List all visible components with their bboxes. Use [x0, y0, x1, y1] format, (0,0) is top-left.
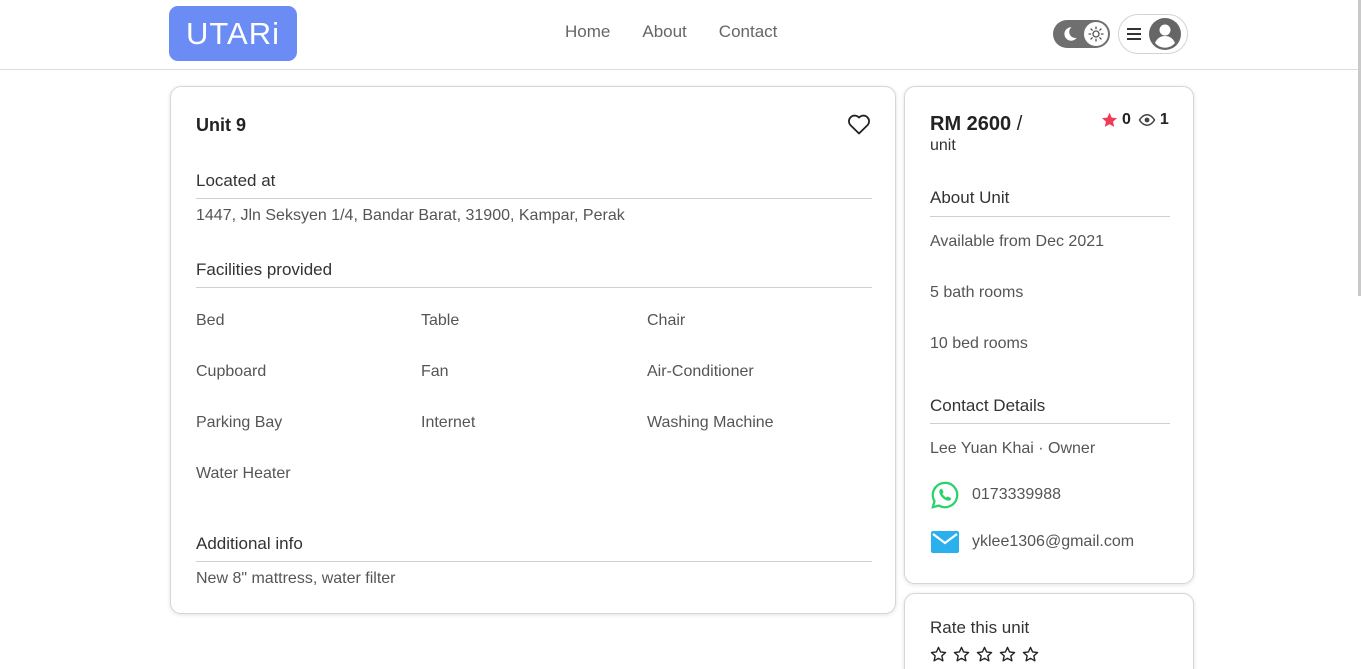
price-amount: RM 2600: [930, 113, 1012, 135]
theme-toggle[interactable]: [1053, 20, 1110, 48]
bathrooms-text: 5 bath rooms: [930, 284, 1024, 301]
price-label: RM 2600 /: [930, 113, 1022, 136]
whatsapp-icon: [930, 480, 960, 510]
availability-text: Available from Dec 2021: [930, 233, 1105, 250]
unit-summary-card: RM 2600 / unit 0 1 About Unit Available …: [904, 86, 1194, 584]
email-address[interactable]: yklee1306@gmail.com: [972, 533, 1134, 551]
nav-contact-link[interactable]: Contact: [719, 22, 778, 42]
star-outline-icon[interactable]: [953, 646, 970, 662]
star-rating-input[interactable]: [930, 646, 1039, 662]
divider: [196, 287, 872, 288]
star-outline-icon[interactable]: [1022, 646, 1039, 662]
top-navbar: UTARi Home About Contact: [0, 0, 1361, 70]
price-separator: /: [1016, 113, 1023, 135]
unit-details-card: Unit 9 Located at 1447, Jln Seksyen 1/4,…: [170, 86, 896, 614]
facility-item: Fan: [421, 363, 449, 380]
logo-text: UTARi: [186, 15, 280, 51]
phone-row[interactable]: 0173339988: [930, 480, 1061, 510]
main-nav: Home About Contact: [565, 22, 777, 42]
facility-item: Cupboard: [196, 363, 267, 380]
avatar-icon: [1149, 18, 1181, 50]
star-filled-icon: [1101, 112, 1118, 127]
contact-details-heading: Contact Details: [930, 396, 1046, 415]
rate-heading: Rate this unit: [930, 618, 1030, 637]
divider: [196, 561, 872, 562]
user-menu-button[interactable]: [1118, 14, 1188, 54]
additional-info-heading: Additional info: [196, 534, 303, 553]
rating-count: 0: [1122, 111, 1131, 128]
located-heading: Located at: [196, 171, 276, 190]
price-unit: unit: [930, 137, 956, 154]
sun-icon: [1088, 26, 1104, 42]
divider: [930, 423, 1170, 424]
star-outline-icon[interactable]: [930, 646, 947, 662]
facility-item: Water Heater: [196, 465, 291, 482]
phone-number[interactable]: 0173339988: [972, 486, 1061, 504]
nav-home-link[interactable]: Home: [565, 22, 610, 42]
rate-unit-card: Rate this unit: [904, 593, 1194, 669]
nav-about-link[interactable]: About: [642, 22, 686, 42]
additional-info-text: New 8" mattress, water filter: [196, 570, 396, 587]
facilities-heading: Facilities provided: [196, 260, 333, 279]
facility-item: Chair: [647, 312, 686, 329]
email-row[interactable]: yklee1306@gmail.com: [930, 527, 1134, 557]
hamburger-menu-icon: [1127, 28, 1141, 40]
star-outline-icon[interactable]: [999, 646, 1016, 662]
unit-title: Unit 9: [196, 115, 247, 135]
view-count: 1: [1159, 111, 1169, 128]
moon-icon: [1064, 27, 1077, 41]
facility-item: Air-Conditioner: [647, 363, 754, 380]
about-unit-heading: About Unit: [930, 188, 1010, 207]
star-outline-icon[interactable]: [976, 646, 993, 662]
site-logo[interactable]: UTARi: [169, 6, 297, 61]
facility-item: Parking Bay: [196, 414, 283, 431]
owner-name: Lee Yuan Khai · Owner: [930, 440, 1096, 457]
address-text: 1447, Jln Seksyen 1/4, Bandar Barat, 319…: [196, 207, 625, 224]
favorite-heart-icon[interactable]: [847, 113, 871, 135]
divider: [196, 198, 872, 199]
facility-item: Table: [421, 312, 460, 329]
facility-item: Washing Machine: [647, 414, 774, 431]
bedrooms-text: 10 bed rooms: [930, 335, 1028, 352]
divider: [930, 216, 1170, 217]
eye-icon: [1138, 114, 1156, 126]
mail-icon: [930, 527, 960, 557]
unit-stats: 0 1: [1101, 111, 1169, 129]
facility-item: Bed: [196, 312, 225, 329]
theme-toggle-knob: [1084, 22, 1108, 46]
facility-item: Internet: [421, 414, 476, 431]
